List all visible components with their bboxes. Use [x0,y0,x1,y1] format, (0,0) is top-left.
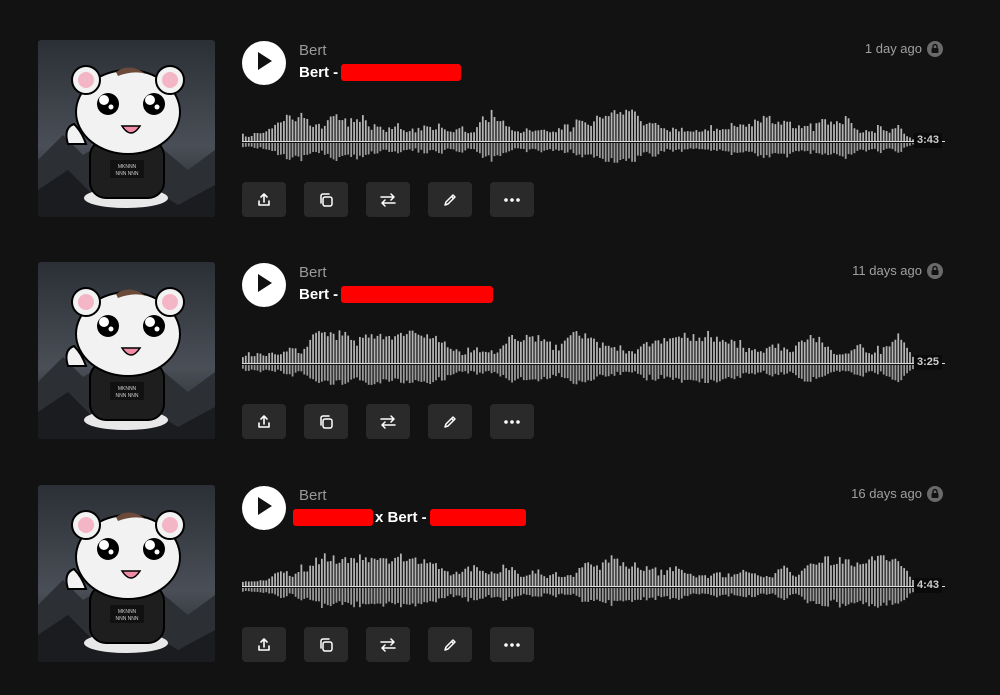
track-title-text: x Bert - [375,509,427,526]
pencil-icon [442,192,458,208]
share-button[interactable] [242,182,286,217]
waveform[interactable] [242,549,945,611]
play-icon [255,496,273,521]
play-icon [255,51,273,76]
pencil-icon [442,414,458,430]
svg-text:MKNNN: MKNNN [118,386,137,392]
copy-button[interactable] [304,404,348,439]
cover-art[interactable]: MKNNN NNN NNN [38,485,215,662]
play-button[interactable] [242,263,286,307]
lock-icon [927,486,943,507]
svg-text:MKNNN: MKNNN [118,164,137,170]
more-icon [503,642,521,648]
waveform[interactable] [242,104,945,166]
waveform[interactable] [242,326,945,388]
play-button[interactable] [242,41,286,85]
more-button[interactable] [490,404,534,439]
svg-text:NNN NNN: NNN NNN [115,171,138,177]
track-duration: 3:25 [914,355,943,370]
upload-age: 11 days ago [852,263,922,278]
track-title-text: Bert - [299,64,339,81]
swap-icon [379,637,397,653]
upload-age: 16 days ago [851,486,922,501]
redaction-bar [429,509,526,526]
upload-age: 1 day ago [864,41,922,56]
track-title[interactable]: x Bert - [293,509,526,526]
track-row: MKNNN NNN NNN Bert Bert - 1 day ago 3:43 [0,40,1000,220]
copy-button[interactable] [304,627,348,662]
redaction-bar [293,509,373,526]
artist-name[interactable]: Bert [299,42,327,59]
svg-text:NNN NNN: NNN NNN [115,393,138,399]
more-icon [503,197,521,203]
artist-name[interactable]: Bert [299,487,327,504]
copy-icon [318,637,334,653]
cover-art[interactable]: MKNNN NNN NNN [38,262,215,439]
pencil-icon [442,637,458,653]
share-button[interactable] [242,404,286,439]
play-button[interactable] [242,486,286,530]
redaction-bar [341,286,494,303]
cover-art[interactable]: MKNNN NNN NNN [38,40,215,217]
share-icon [256,192,272,208]
share-icon [256,414,272,430]
redaction-bar [341,64,462,81]
share-icon [256,637,272,653]
lock-icon [927,41,943,62]
more-icon [503,419,521,425]
lock-icon [927,263,943,284]
track-row: MKNNN NNN NNN Bert x Bert - 16 days ago … [0,485,1000,665]
svg-text:NNN NNN: NNN NNN [115,616,138,622]
copy-icon [318,192,334,208]
artist-name[interactable]: Bert [299,264,327,281]
track-row: MKNNN NNN NNN Bert Bert - 11 days ago 3:… [0,262,1000,442]
share-button[interactable] [242,627,286,662]
edit-button[interactable] [428,404,472,439]
svg-text:MKNNN: MKNNN [118,609,137,615]
copy-icon [318,414,334,430]
more-button[interactable] [490,627,534,662]
swap-button[interactable] [366,182,410,217]
edit-button[interactable] [428,182,472,217]
more-button[interactable] [490,182,534,217]
edit-button[interactable] [428,627,472,662]
copy-button[interactable] [304,182,348,217]
track-title-text: Bert - [299,286,339,303]
swap-button[interactable] [366,404,410,439]
track-title[interactable]: Bert - [299,286,494,303]
track-title[interactable]: Bert - [299,64,462,81]
swap-icon [379,414,397,430]
swap-button[interactable] [366,627,410,662]
track-duration: 3:43 [914,133,943,148]
swap-icon [379,192,397,208]
track-duration: 4:43 [914,578,943,593]
play-icon [255,273,273,298]
